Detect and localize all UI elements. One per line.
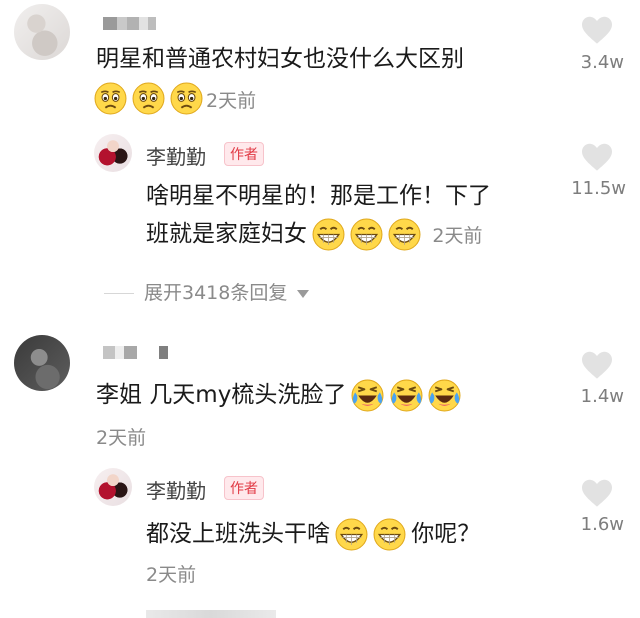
- reply-like-count-2: 1.6w: [580, 514, 624, 535]
- reply-text-2a: 都没上班洗头干啥: [146, 521, 330, 547]
- grin-icon: [388, 218, 421, 251]
- grin-icon: [335, 518, 368, 551]
- author-badge-1: 作者: [224, 142, 264, 166]
- grin-icon: [350, 218, 383, 251]
- comment-text-1: 明星和普通农村妇女也没什么大区别: [96, 46, 464, 72]
- reply-time-1: 2天前: [432, 224, 483, 247]
- comment-text-2-row: 李姐 几天my梳头洗脸了: [96, 376, 461, 414]
- comment-text-2: 李姐 几天my梳头洗脸了: [96, 382, 347, 408]
- expand-divider: [104, 293, 134, 294]
- sad-face-icon: [170, 82, 203, 115]
- sad-face-icon: [132, 82, 165, 115]
- reply-text-2-row: 都没上班洗头干啥 你呢？: [146, 515, 480, 553]
- laugh-cry-icon: [351, 379, 384, 412]
- reply-text-2b: 你呢？: [411, 521, 481, 547]
- grin-icon: [373, 518, 406, 551]
- like-heart-icon[interactable]: [580, 15, 614, 45]
- avatar-author[interactable]: [94, 468, 132, 506]
- reply-author-name-1[interactable]: 李勤勤: [146, 141, 206, 170]
- expand-replies-label: 展开3418条回复: [144, 282, 288, 304]
- reply-text-1-line2: 班就是家庭妇女: [146, 221, 307, 247]
- expand-replies-link[interactable]: 展开3418条回复: [104, 278, 310, 305]
- comment-time-2: 2天前: [96, 427, 147, 449]
- laugh-cry-icon: [390, 379, 423, 412]
- masked-username-2: [103, 346, 168, 359]
- laugh-cry-icon: [428, 379, 461, 412]
- reply-time-2: 2天前: [146, 564, 197, 586]
- reply-author-name-2[interactable]: 李勤勤: [146, 475, 206, 504]
- cutoff-row: [146, 610, 276, 618]
- reply-text-1-line2-row: 班就是家庭妇女 2天前: [146, 215, 482, 253]
- like-heart-icon[interactable]: [580, 478, 614, 508]
- like-count-2: 1.4w: [580, 386, 624, 407]
- author-badge-2: 作者: [224, 476, 264, 500]
- like-count-1: 3.4w: [580, 52, 624, 73]
- sad-face-icon: [94, 82, 127, 115]
- grin-icon: [312, 218, 345, 251]
- avatar-commenter-1[interactable]: [14, 4, 70, 60]
- like-heart-icon[interactable]: [580, 142, 614, 172]
- chevron-down-icon: [297, 289, 310, 298]
- reply-text-1-line1: 啥明星不明星的！那是工作！下了: [146, 183, 491, 209]
- masked-username-1: [103, 17, 156, 30]
- reply-like-count-1: 11.5w: [571, 178, 626, 199]
- comment-time-1: 2天前: [206, 90, 257, 112]
- avatar-commenter-2[interactable]: [14, 335, 70, 391]
- emoji-row-1: [94, 82, 203, 116]
- avatar-author[interactable]: [94, 134, 132, 172]
- like-heart-icon[interactable]: [580, 350, 614, 380]
